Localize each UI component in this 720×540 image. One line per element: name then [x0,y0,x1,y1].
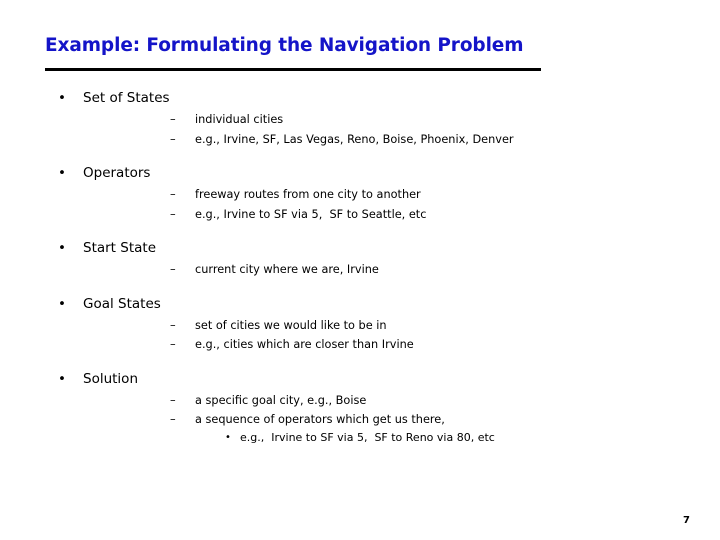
bullet-section: • Set of States – individual cities – e.… [0,90,720,147]
page-title: Example: Formulating the Navigation Prob… [45,35,524,56]
page-number: 7 [683,515,690,526]
sub-item: – current city where we are, Irvine [166,262,720,278]
sub-item: – individual cities [166,112,720,128]
bullet-list: • Set of States – individual cities – e.… [0,90,720,445]
bullet-marker-level2: – [170,338,176,351]
bullet-section: • Start State – current city where we ar… [0,240,720,278]
bullet-marker-level2: – [170,318,176,332]
sub-item-label: e.g., Irvine, SF, Las Vegas, Reno, Boise… [195,132,514,146]
bullet-marker-level1: • [58,240,66,256]
title-underline-rule [45,68,541,71]
bullet-marker-level2: – [170,263,176,276]
bullet-marker-level2: – [170,393,176,407]
bullet-marker-level2: – [170,188,176,201]
sub-item: – e.g., Irvine to SF via 5, SF to Seattl… [166,207,720,223]
sub-sub-items: • e.g., Irvine to SF via 5, SF to Reno v… [195,430,720,445]
section-heading: Solution [83,370,138,387]
sub-item: – e.g., Irvine, SF, Las Vegas, Reno, Boi… [166,132,720,148]
sub-item: – a sequence of operators which get us t… [166,412,720,445]
section-heading: Goal States [83,295,161,312]
bullet-section: • Operators – freeway routes from one ci… [0,165,720,222]
section-heading: Start State [83,240,157,256]
sub-items: – a specific goal city, e.g., Boise – a … [83,393,720,445]
sub-item: – a specific goal city, e.g., Boise [166,393,720,409]
sub-item-label: a sequence of operators which get us the… [195,413,445,426]
sub-items: – set of cities we would like to be in –… [83,318,720,353]
bullet-marker-level1: • [58,90,66,106]
sub-item-label: set of cities we would like to be in [195,318,387,332]
sub-item-label: e.g., cities which are closer than Irvin… [195,338,414,351]
section-heading: Operators [83,165,151,181]
sub-item: – e.g., cities which are closer than Irv… [166,337,720,353]
slide-canvas: Example: Formulating the Navigation Prob… [0,0,720,540]
sub-items: – freeway routes from one city to anothe… [83,187,720,222]
sub-items: – current city where we are, Irvine [83,262,720,278]
bullet-marker-level3: • [225,431,231,443]
sub-item-label: freeway routes from one city to another [195,188,421,201]
bullet-marker-level2: – [170,413,176,426]
bullet-marker-level2: – [170,207,176,221]
sub-item: – set of cities we would like to be in [166,318,720,334]
sub-item: – freeway routes from one city to anothe… [166,187,720,203]
sub-item-label: a specific goal city, e.g., Boise [195,393,367,407]
section-heading: Set of States [83,90,170,106]
bullet-section: • Solution – a specific goal city, e.g.,… [0,371,720,445]
bullet-marker-level2: – [170,132,176,146]
bullet-marker-level1: • [58,165,66,181]
sub-items: – individual cities – e.g., Irvine, SF, … [83,112,720,147]
sub-sub-item: • e.g., Irvine to SF via 5, SF to Reno v… [195,430,720,445]
sub-item-label: individual cities [195,113,284,126]
sub-item-label: current city where we are, Irvine [195,263,379,276]
sub-sub-item-label: e.g., Irvine to SF via 5, SF to Reno via… [240,430,495,444]
bullet-marker-level1: • [58,295,66,312]
bullet-marker-level1: • [58,370,66,387]
bullet-section: • Goal States – set of cities we would l… [0,296,720,353]
sub-item-label: e.g., Irvine to SF via 5, SF to Seattle,… [195,207,427,221]
bullet-marker-level2: – [170,113,176,126]
